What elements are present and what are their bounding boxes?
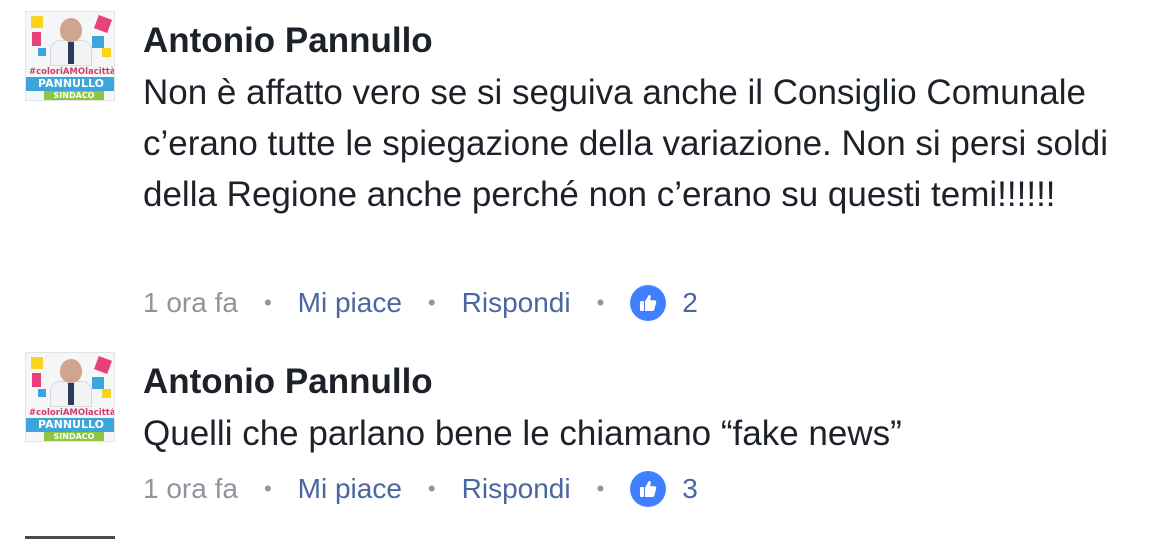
confetti-square [31, 16, 43, 28]
confetti-square [92, 377, 104, 389]
avatar-role: SINDACO [44, 432, 104, 441]
thumbs-up-icon[interactable] [630, 285, 667, 321]
separator-dot: • [263, 290, 272, 315]
confetti-square [31, 357, 43, 369]
confetti-square [94, 15, 112, 33]
avatar[interactable]: #coloriAMOlacittà PANNULLO SINDACO [25, 11, 115, 101]
confetti-square [38, 389, 46, 397]
reply-button[interactable]: Rispondi [462, 287, 571, 319]
comment-time[interactable]: 1 ora fa [143, 287, 238, 319]
thumbs-up-icon[interactable] [630, 471, 667, 507]
comment-meta: 1 ora fa • Mi piace • Rispondi • 2 [143, 283, 698, 323]
avatar-head [60, 359, 82, 383]
avatar-name: PANNULLO [26, 418, 114, 432]
avatar-hashtag: #coloriAMOlacittà [29, 408, 115, 418]
confetti-square [32, 32, 41, 46]
separator-dot: • [263, 476, 272, 501]
like-button[interactable]: Mi piace [298, 473, 402, 505]
avatar-role: SINDACO [44, 91, 104, 100]
separator-dot: • [596, 290, 605, 315]
avatar-hashtag: #coloriAMOlacittà [29, 67, 115, 77]
avatar-head [60, 18, 82, 42]
comment-text: Non è affatto vero se si seguiva anche i… [143, 73, 1108, 214]
comment-author[interactable]: Antonio Pannullo [143, 21, 433, 61]
avatar-tie [68, 383, 74, 405]
confetti-square [32, 373, 41, 387]
like-button[interactable]: Mi piace [298, 287, 402, 319]
comment-time[interactable]: 1 ora fa [143, 473, 238, 505]
confetti-square [92, 36, 104, 48]
like-count[interactable]: 3 [682, 473, 698, 505]
reply-button[interactable]: Rispondi [462, 473, 571, 505]
separator-dot: • [596, 476, 605, 501]
comment-meta: 1 ora fa • Mi piace • Rispondi • 3 [143, 469, 698, 509]
comment-text: Quelli che parlano bene le chiamano “fak… [143, 414, 902, 453]
confetti-square [94, 356, 112, 374]
avatar[interactable]: #coloriAMOlacittà PANNULLO SINDACO [25, 352, 115, 442]
separator-dot: • [427, 290, 436, 315]
avatar-name: PANNULLO [26, 77, 114, 91]
confetti-square [102, 389, 111, 398]
separator-dot: • [427, 476, 436, 501]
like-count[interactable]: 2 [682, 287, 698, 319]
avatar-tie [68, 42, 74, 64]
comment-author[interactable]: Antonio Pannullo [143, 362, 433, 402]
confetti-square [102, 48, 111, 57]
confetti-square [38, 48, 46, 56]
